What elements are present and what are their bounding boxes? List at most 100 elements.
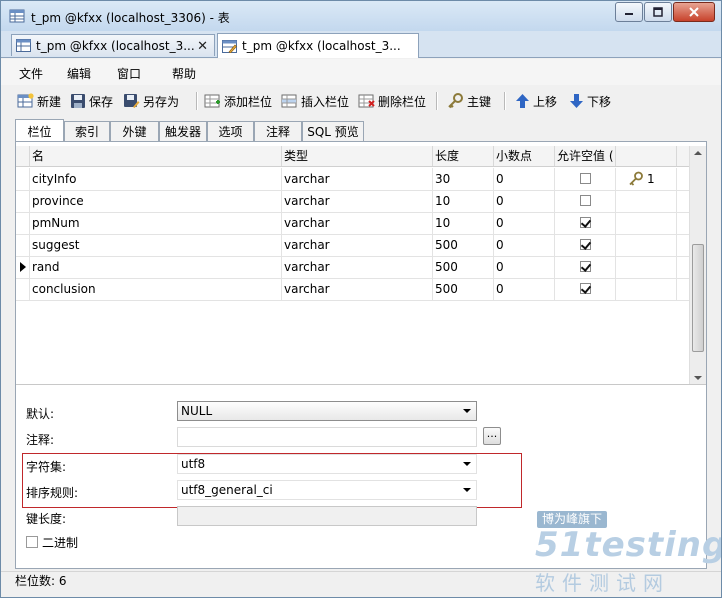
binary-checkbox[interactable] [26,536,38,548]
tab-foreign-keys[interactable]: 外键 [110,121,159,141]
field-name-cell[interactable]: suggest [30,234,282,256]
allow-null-checkbox[interactable] [580,195,591,206]
add-column-icon [204,94,220,108]
menu-edit[interactable]: 编辑 [67,65,91,82]
collation-combobox[interactable]: utf8_general_ci [177,480,477,500]
table-row[interactable]: cityInfo varchar 30 0 1 [16,168,689,191]
tab-comment[interactable]: 注释 [254,121,302,141]
save-as-button[interactable]: 另存为 [123,92,179,110]
title-bar[interactable]: t_pm @kfxx (localhost_3306) - 表 [1,1,721,31]
field-decimals-cell[interactable]: 0 [494,234,555,256]
table-row[interactable]: rand varchar 500 0 [16,256,689,279]
save-button[interactable]: 保存 [70,92,113,110]
allow-null-checkbox[interactable] [580,261,591,272]
close-button[interactable] [673,2,715,22]
field-length-cell[interactable]: 500 [433,256,494,278]
field-decimals-cell[interactable]: 0 [494,212,555,234]
maximize-button[interactable] [644,2,672,22]
row-indicator[interactable] [16,168,30,190]
key-cell[interactable] [616,234,677,256]
table-row[interactable]: province varchar 10 0 [16,190,689,213]
tab-triggers[interactable]: 触发器 [159,121,207,141]
tab-sql-preview[interactable]: SQL 预览 [302,121,364,141]
tab-options[interactable]: 选项 [207,121,254,141]
column-header-type[interactable]: 类型 [282,146,433,166]
field-name-cell[interactable]: pmNum [30,212,282,234]
delete-column-button[interactable]: 删除栏位 [358,92,426,110]
row-indicator[interactable] [16,256,30,278]
move-down-button[interactable]: 下移 [569,92,611,110]
column-header-allow-null[interactable]: 允许空值 ( [555,146,616,166]
field-type-cell[interactable]: varchar [282,168,433,190]
field-type-cell[interactable]: varchar [282,234,433,256]
chevron-down-icon [463,409,471,413]
allow-null-checkbox[interactable] [580,217,591,228]
primary-key-button[interactable]: 主键 [447,92,491,110]
allow-null-checkbox[interactable] [580,173,591,184]
key-cell[interactable] [616,278,677,300]
allow-null-checkbox[interactable] [580,239,591,250]
column-header-decimals[interactable]: 小数点 [494,146,555,166]
row-indicator[interactable] [16,278,30,300]
table-row[interactable]: conclusion varchar 500 0 [16,278,689,301]
default-combobox[interactable]: NULL [177,401,477,421]
comment-input[interactable] [177,427,477,447]
caption-buttons [614,2,715,22]
doc-tab-2[interactable]: t_pm @kfxx (localhost_3... [217,33,419,58]
field-length-cell[interactable]: 500 [433,234,494,256]
move-up-button[interactable]: 上移 [515,92,557,110]
row-indicator[interactable] [16,234,30,256]
table-row[interactable]: suggest varchar 500 0 [16,234,689,257]
tab-fields[interactable]: 栏位 [15,119,64,142]
menu-window[interactable]: 窗口 [117,65,141,82]
tab-label: 外键 [122,125,147,139]
field-type-cell[interactable]: varchar [282,256,433,278]
field-type-cell[interactable]: varchar [282,278,433,300]
insert-column-button[interactable]: 插入栏位 [281,92,349,110]
column-header-length[interactable]: 长度 [433,146,494,166]
key-cell[interactable] [616,256,677,278]
field-decimals-cell[interactable]: 0 [494,278,555,300]
field-length-cell[interactable]: 500 [433,278,494,300]
field-name-cell[interactable]: province [30,190,282,212]
add-column-button[interactable]: 添加栏位 [204,92,272,110]
tab-indexes[interactable]: 索引 [64,121,110,141]
doc-tab-1[interactable]: t_pm @kfxx (localhost_3... ✕ [11,34,215,56]
field-name-cell[interactable]: cityInfo [30,168,282,190]
column-header-key[interactable] [616,146,677,166]
allow-null-checkbox[interactable] [580,283,591,294]
field-type-cell[interactable]: varchar [282,190,433,212]
arrow-down-icon [570,94,583,108]
close-tab-icon[interactable]: ✕ [197,39,208,54]
charset-combobox[interactable]: utf8 [177,454,477,474]
field-name-cell[interactable]: rand [30,256,282,278]
minimize-icon [625,13,633,15]
field-decimals-cell[interactable]: 0 [494,190,555,212]
key-cell[interactable]: 1 [616,168,677,190]
table-row[interactable]: pmNum varchar 10 0 [16,212,689,235]
field-type-cell[interactable]: varchar [282,212,433,234]
row-indicator[interactable] [16,212,30,234]
field-length-cell[interactable]: 10 [433,212,494,234]
field-length-cell[interactable]: 10 [433,190,494,212]
key-length-label: 键长度: [26,512,67,526]
scroll-thumb[interactable] [692,244,704,352]
key-cell[interactable] [616,190,677,212]
menu-file[interactable]: 文件 [19,65,43,82]
field-decimals-cell[interactable]: 0 [494,168,555,190]
grid-vertical-scrollbar[interactable] [689,146,706,384]
column-header-name[interactable]: 名 [30,146,282,166]
minimize-button[interactable] [615,2,643,22]
toolbar-separator [436,92,438,110]
comment-edit-button[interactable]: ... [483,427,501,445]
key-cell[interactable] [616,212,677,234]
field-length-cell[interactable]: 30 [433,168,494,190]
field-decimals-cell[interactable]: 0 [494,256,555,278]
scroll-down-arrow-icon[interactable] [694,376,702,380]
field-name-cell[interactable]: conclusion [30,278,282,300]
scroll-up-arrow-icon[interactable] [694,151,702,155]
row-indicator[interactable] [16,190,30,212]
key-length-input[interactable] [177,506,477,526]
menu-help[interactable]: 帮助 [172,65,196,82]
new-button[interactable]: 新建 [17,92,61,110]
